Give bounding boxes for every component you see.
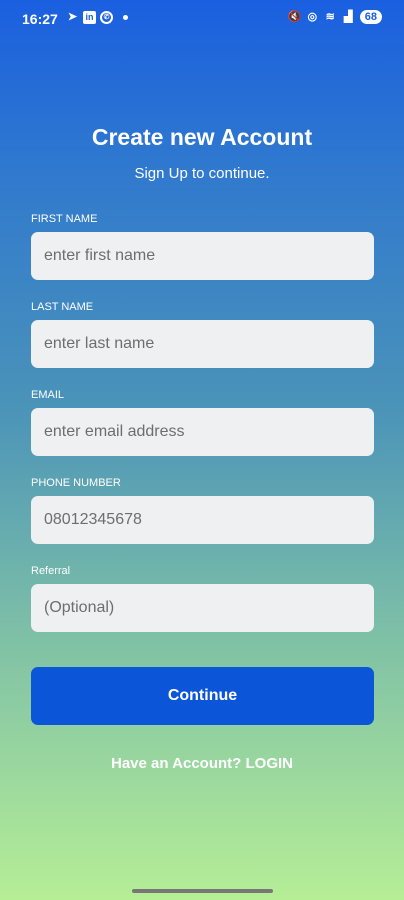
page-subtitle: Sign Up to continue. (134, 165, 270, 182)
notification-icons: ➤ in ✆ (66, 11, 128, 24)
signal-icon: ▟ (344, 10, 353, 23)
first-name-field[interactable] (31, 232, 374, 280)
battery-level: 68 (364, 11, 377, 23)
email-field[interactable] (31, 408, 374, 456)
status-time: 16:27 (22, 11, 58, 27)
mute-icon: 🔇 (287, 10, 302, 23)
system-icons: 🔇 ◎ ≋ ▟ 68 (288, 10, 382, 24)
battery-icon: 68 (359, 10, 382, 24)
hotspot-icon: ◎ (307, 10, 318, 23)
home-indicator[interactable] (132, 889, 273, 893)
login-row: Have an Account? LOGIN (0, 755, 404, 772)
referral-label: Referral (31, 565, 71, 577)
whatsapp-icon: ✆ (100, 11, 113, 24)
continue-button[interactable]: Continue (31, 667, 374, 725)
phone-number-field[interactable] (31, 496, 374, 544)
last-name-label: LAST NAME (31, 301, 94, 313)
dot-icon (123, 15, 128, 20)
status-bar: 16:27 ➤ in ✆ 🔇 ◎ ≋ ▟ 68 (0, 0, 404, 38)
phone-number-label: PHONE NUMBER (31, 477, 121, 489)
email-label: EMAIL (31, 389, 65, 401)
login-prompt: Have an Account? (111, 755, 242, 772)
referral-field[interactable] (31, 584, 374, 632)
first-name-label: FIRST NAME (31, 213, 98, 225)
telegram-icon: ➤ (67, 11, 78, 23)
wifi-icon: ≋ (325, 10, 335, 23)
linkedin-icon: in (83, 11, 96, 24)
login-link[interactable]: LOGIN (245, 755, 293, 772)
last-name-field[interactable] (31, 320, 374, 368)
page-title: Create new Account (91, 124, 313, 150)
